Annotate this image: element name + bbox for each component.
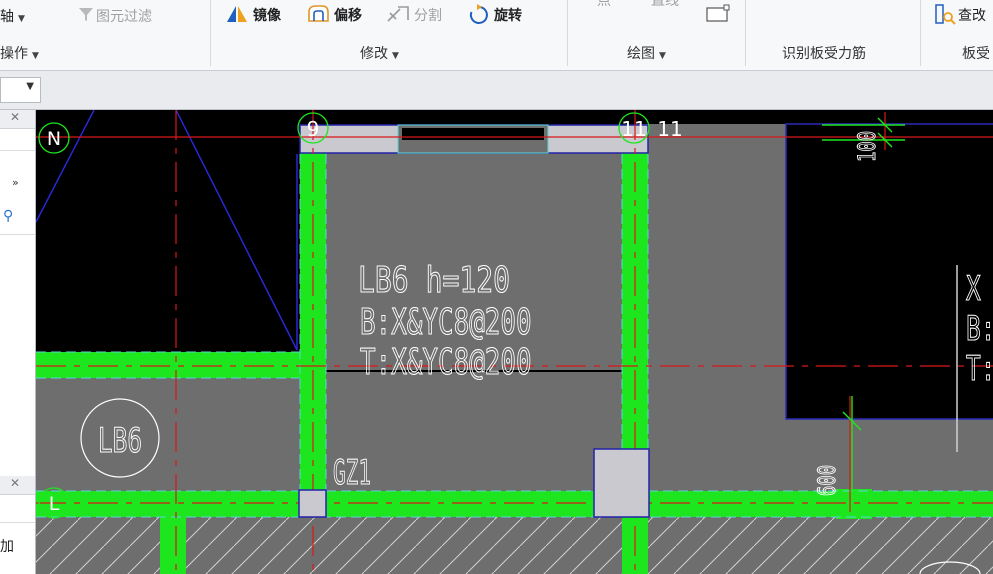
property-strip: ▼ xyxy=(0,71,993,110)
element-filter-button[interactable]: 图元过滤 xyxy=(96,6,152,26)
operation-group-title[interactable]: 操作 ▼ xyxy=(0,43,39,63)
svg-text:N: N xyxy=(47,128,61,150)
slab-label-line2: B:X&YC8@200 xyxy=(360,302,532,343)
svg-text:11: 11 xyxy=(657,117,682,141)
line-button[interactable]: 直线 xyxy=(651,0,679,10)
floor-select[interactable]: ▼ xyxy=(0,77,41,103)
axis-bubble-n[interactable]: N xyxy=(38,122,70,154)
rotate-button[interactable]: 旋转 xyxy=(494,5,522,25)
left-panel: ✕ » ⚲ ✕ 加 xyxy=(0,110,36,574)
top-beam xyxy=(299,124,649,154)
dimension-100[interactable]: 100 xyxy=(853,130,881,162)
slab-annotation[interactable]: LB6 h=120 B:X&YC8@200 T:X&YC8@200 xyxy=(358,258,533,384)
split-icon xyxy=(387,6,409,22)
split-button[interactable]: 分割 xyxy=(414,5,442,25)
svg-text:L: L xyxy=(49,493,60,515)
chevron-down-icon: ▼ xyxy=(26,81,34,92)
filter-icon xyxy=(79,8,93,21)
recognize-slab-rebar-title[interactable]: 识别板受力筋 xyxy=(782,43,866,63)
panel-header: ✕ xyxy=(0,110,35,129)
axis-menu-button[interactable]: 轴 ▼ xyxy=(0,6,25,26)
svg-text:11: 11 xyxy=(621,117,646,141)
check-modify-button[interactable]: 查改 xyxy=(958,5,986,25)
slab-label-line3: T:X&YC8@200 xyxy=(360,342,532,383)
point-button[interactable]: 点 xyxy=(597,0,611,10)
drawing-canvas[interactable]: N L 9 11 11 LB6 h=120 B:X&YC8@200 T:X&YC… xyxy=(36,110,993,574)
mirror-button[interactable]: 镜像 xyxy=(253,5,281,25)
expand-chevron-icon[interactable]: » xyxy=(12,176,19,189)
svg-text:T:: T: xyxy=(966,349,993,388)
column-label[interactable]: GZ1 xyxy=(333,452,372,493)
panel-label-add[interactable]: 加 xyxy=(0,536,14,556)
dimension-600[interactable]: 600 xyxy=(813,464,841,496)
slab-label-line1: LB6 h=120 xyxy=(358,259,510,301)
slab-group-title[interactable]: 板受 xyxy=(962,43,990,63)
rectangle-icon[interactable] xyxy=(704,4,730,24)
close-icon[interactable]: ✕ xyxy=(10,110,20,124)
ribbon-toolbar: 轴▼ 图元过滤 操作▼ 镜像 偏移 分割 旋转 修改▼ 点 直线 绘图▼ xyxy=(0,0,993,71)
svg-text:LB6: LB6 xyxy=(98,421,142,460)
draw-group-title[interactable]: 绘图 ▼ xyxy=(627,43,666,63)
panel-header-2: ✕ xyxy=(0,476,35,495)
modify-group-title[interactable]: 修改 ▼ xyxy=(360,43,399,63)
rotate-icon xyxy=(469,4,488,24)
close-icon[interactable]: ✕ xyxy=(10,476,20,490)
offset-button[interactable]: 偏移 xyxy=(334,5,362,25)
svg-text:9: 9 xyxy=(307,117,320,141)
offset-icon xyxy=(308,5,329,22)
mirror-icon xyxy=(227,6,247,22)
search-icon[interactable]: ⚲ xyxy=(3,208,13,224)
blue-guide-lines xyxy=(36,110,298,351)
svg-text:X: X xyxy=(966,269,981,308)
svg-text:B:: B: xyxy=(966,309,993,348)
check-modify-icon xyxy=(935,4,956,25)
